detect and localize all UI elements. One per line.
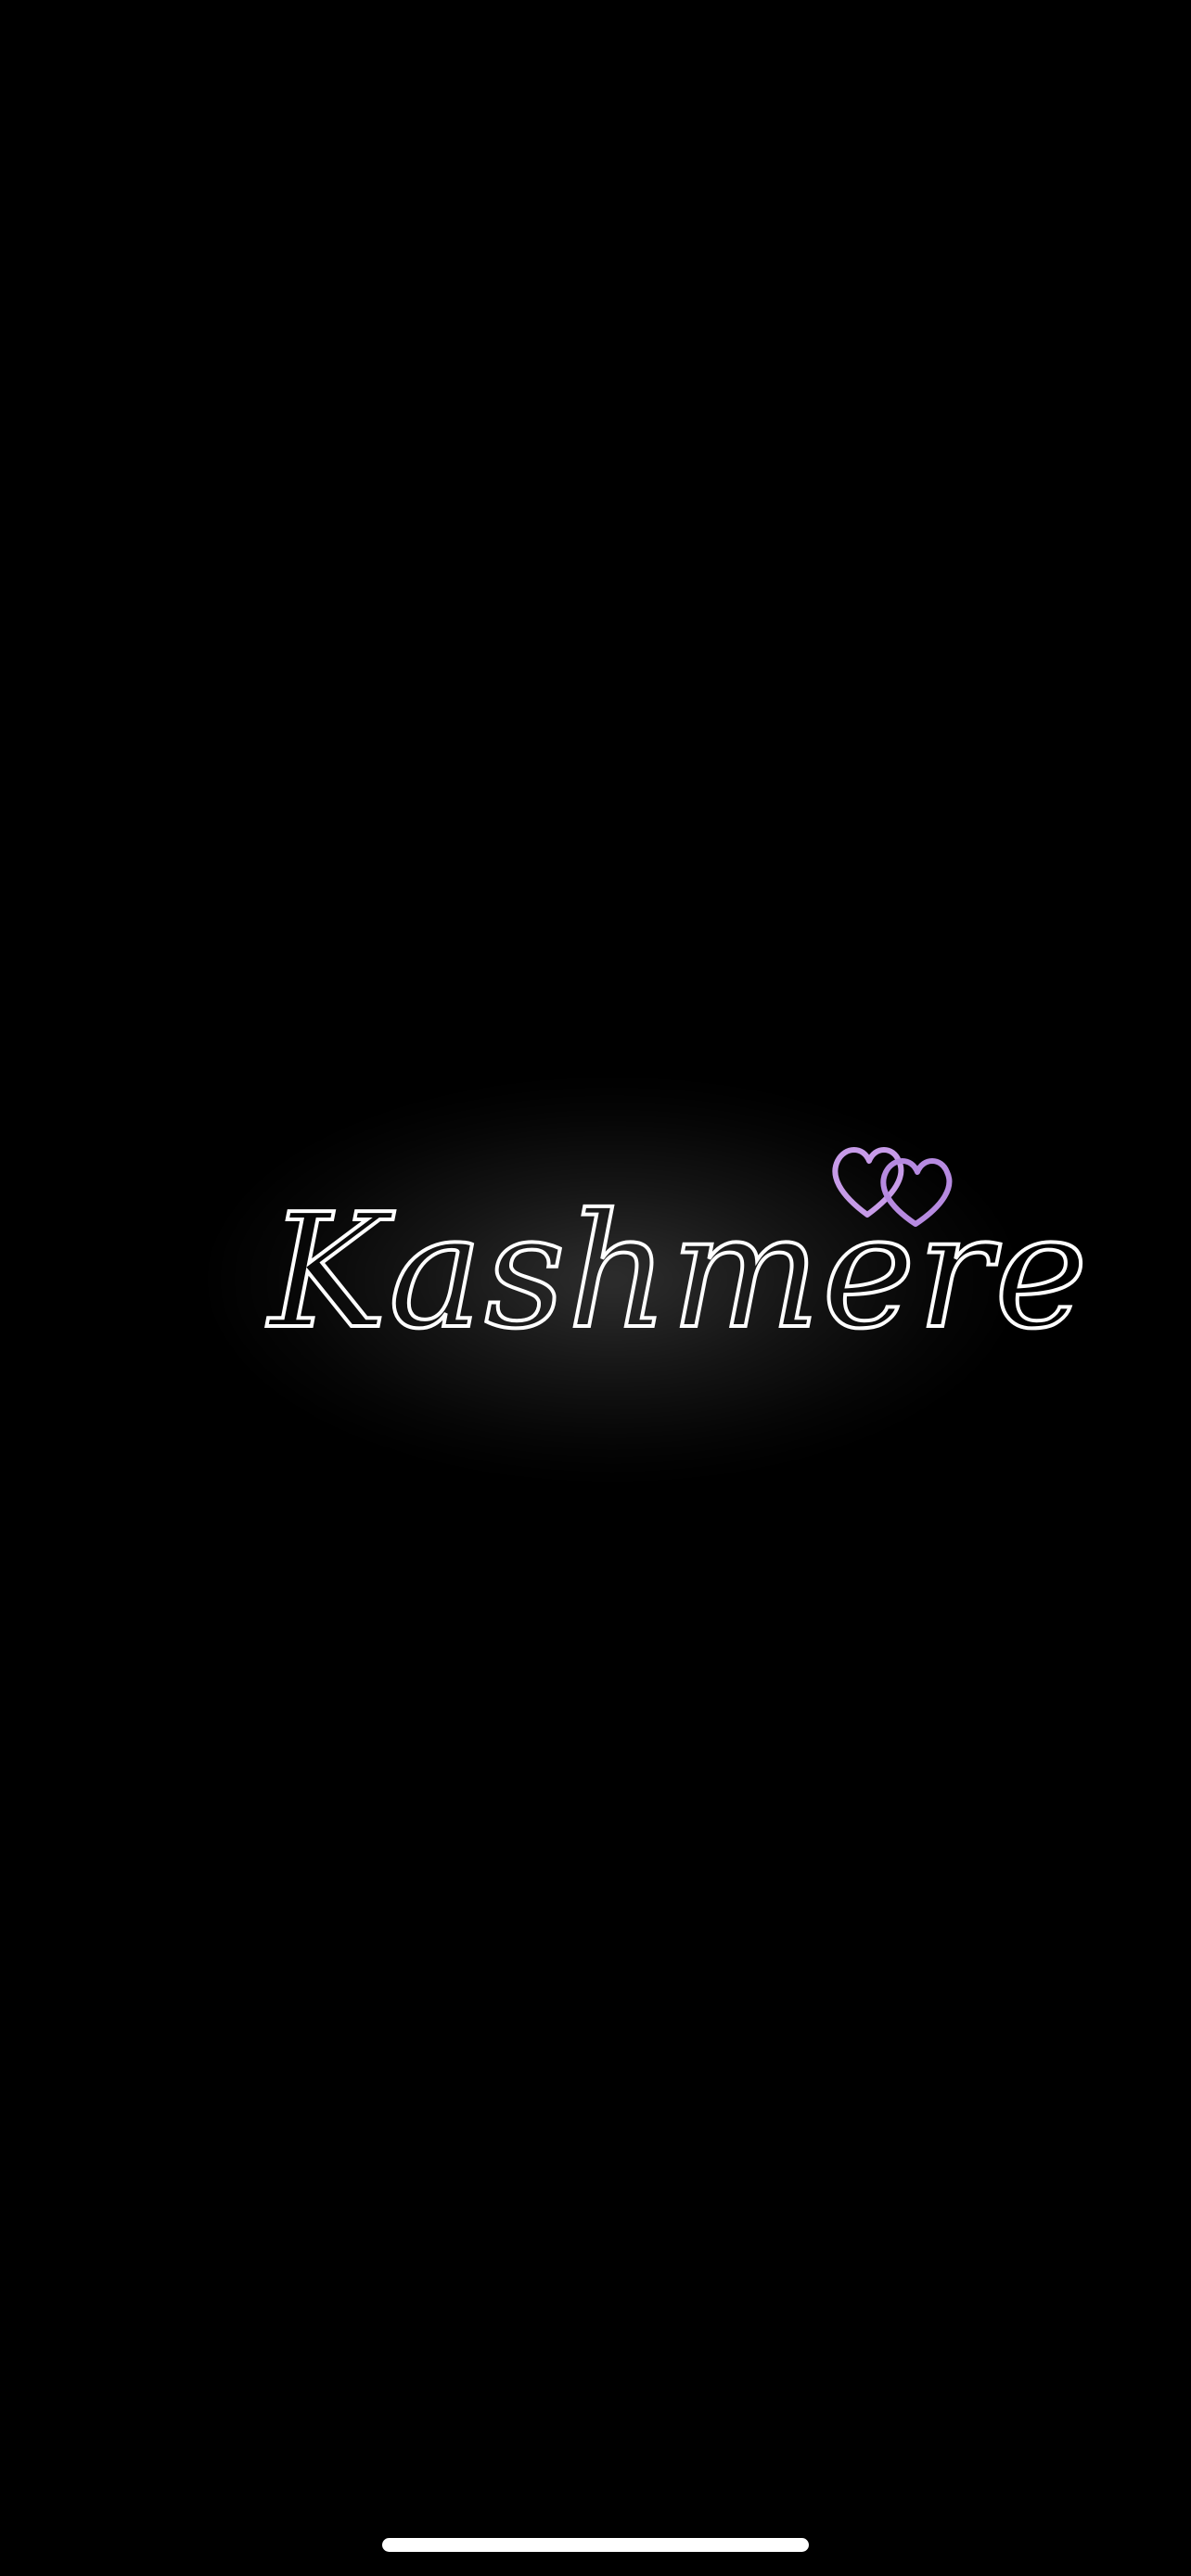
home-indicator[interactable] bbox=[382, 2538, 809, 2552]
double-heart-icon bbox=[830, 1139, 969, 1231]
splash-screen: Kashmere bbox=[0, 0, 1191, 2576]
